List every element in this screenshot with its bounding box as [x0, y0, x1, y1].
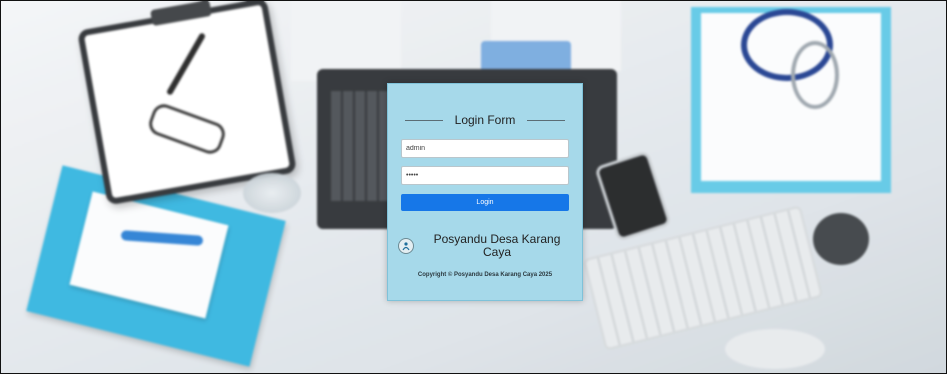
- brand-name: Posyandu Desa Karang Caya: [422, 233, 572, 259]
- title-divider-left: [404, 119, 443, 121]
- brand-block: Posyandu Desa Karang Caya: [388, 233, 582, 259]
- brand-name-line1: Posyandu Desa Karang: [433, 232, 561, 246]
- login-title: Login Form: [454, 113, 516, 127]
- login-page: Login Form Login Posyandu Desa Karang Ca…: [0, 0, 947, 374]
- logo-glyph-icon: [402, 242, 410, 251]
- login-title-row: Login Form: [388, 112, 582, 128]
- username-input[interactable]: [401, 139, 569, 158]
- title-divider-right: [527, 119, 566, 121]
- login-panel: Login Form Login Posyandu Desa Karang Ca…: [387, 83, 583, 301]
- brand-name-line2: Caya: [482, 245, 511, 259]
- login-button[interactable]: Login: [401, 194, 569, 211]
- password-input[interactable]: [401, 166, 569, 185]
- posyandu-logo-icon: [398, 238, 414, 254]
- copyright-text: Copyright © Posyandu Desa Karang Caya 20…: [417, 272, 553, 278]
